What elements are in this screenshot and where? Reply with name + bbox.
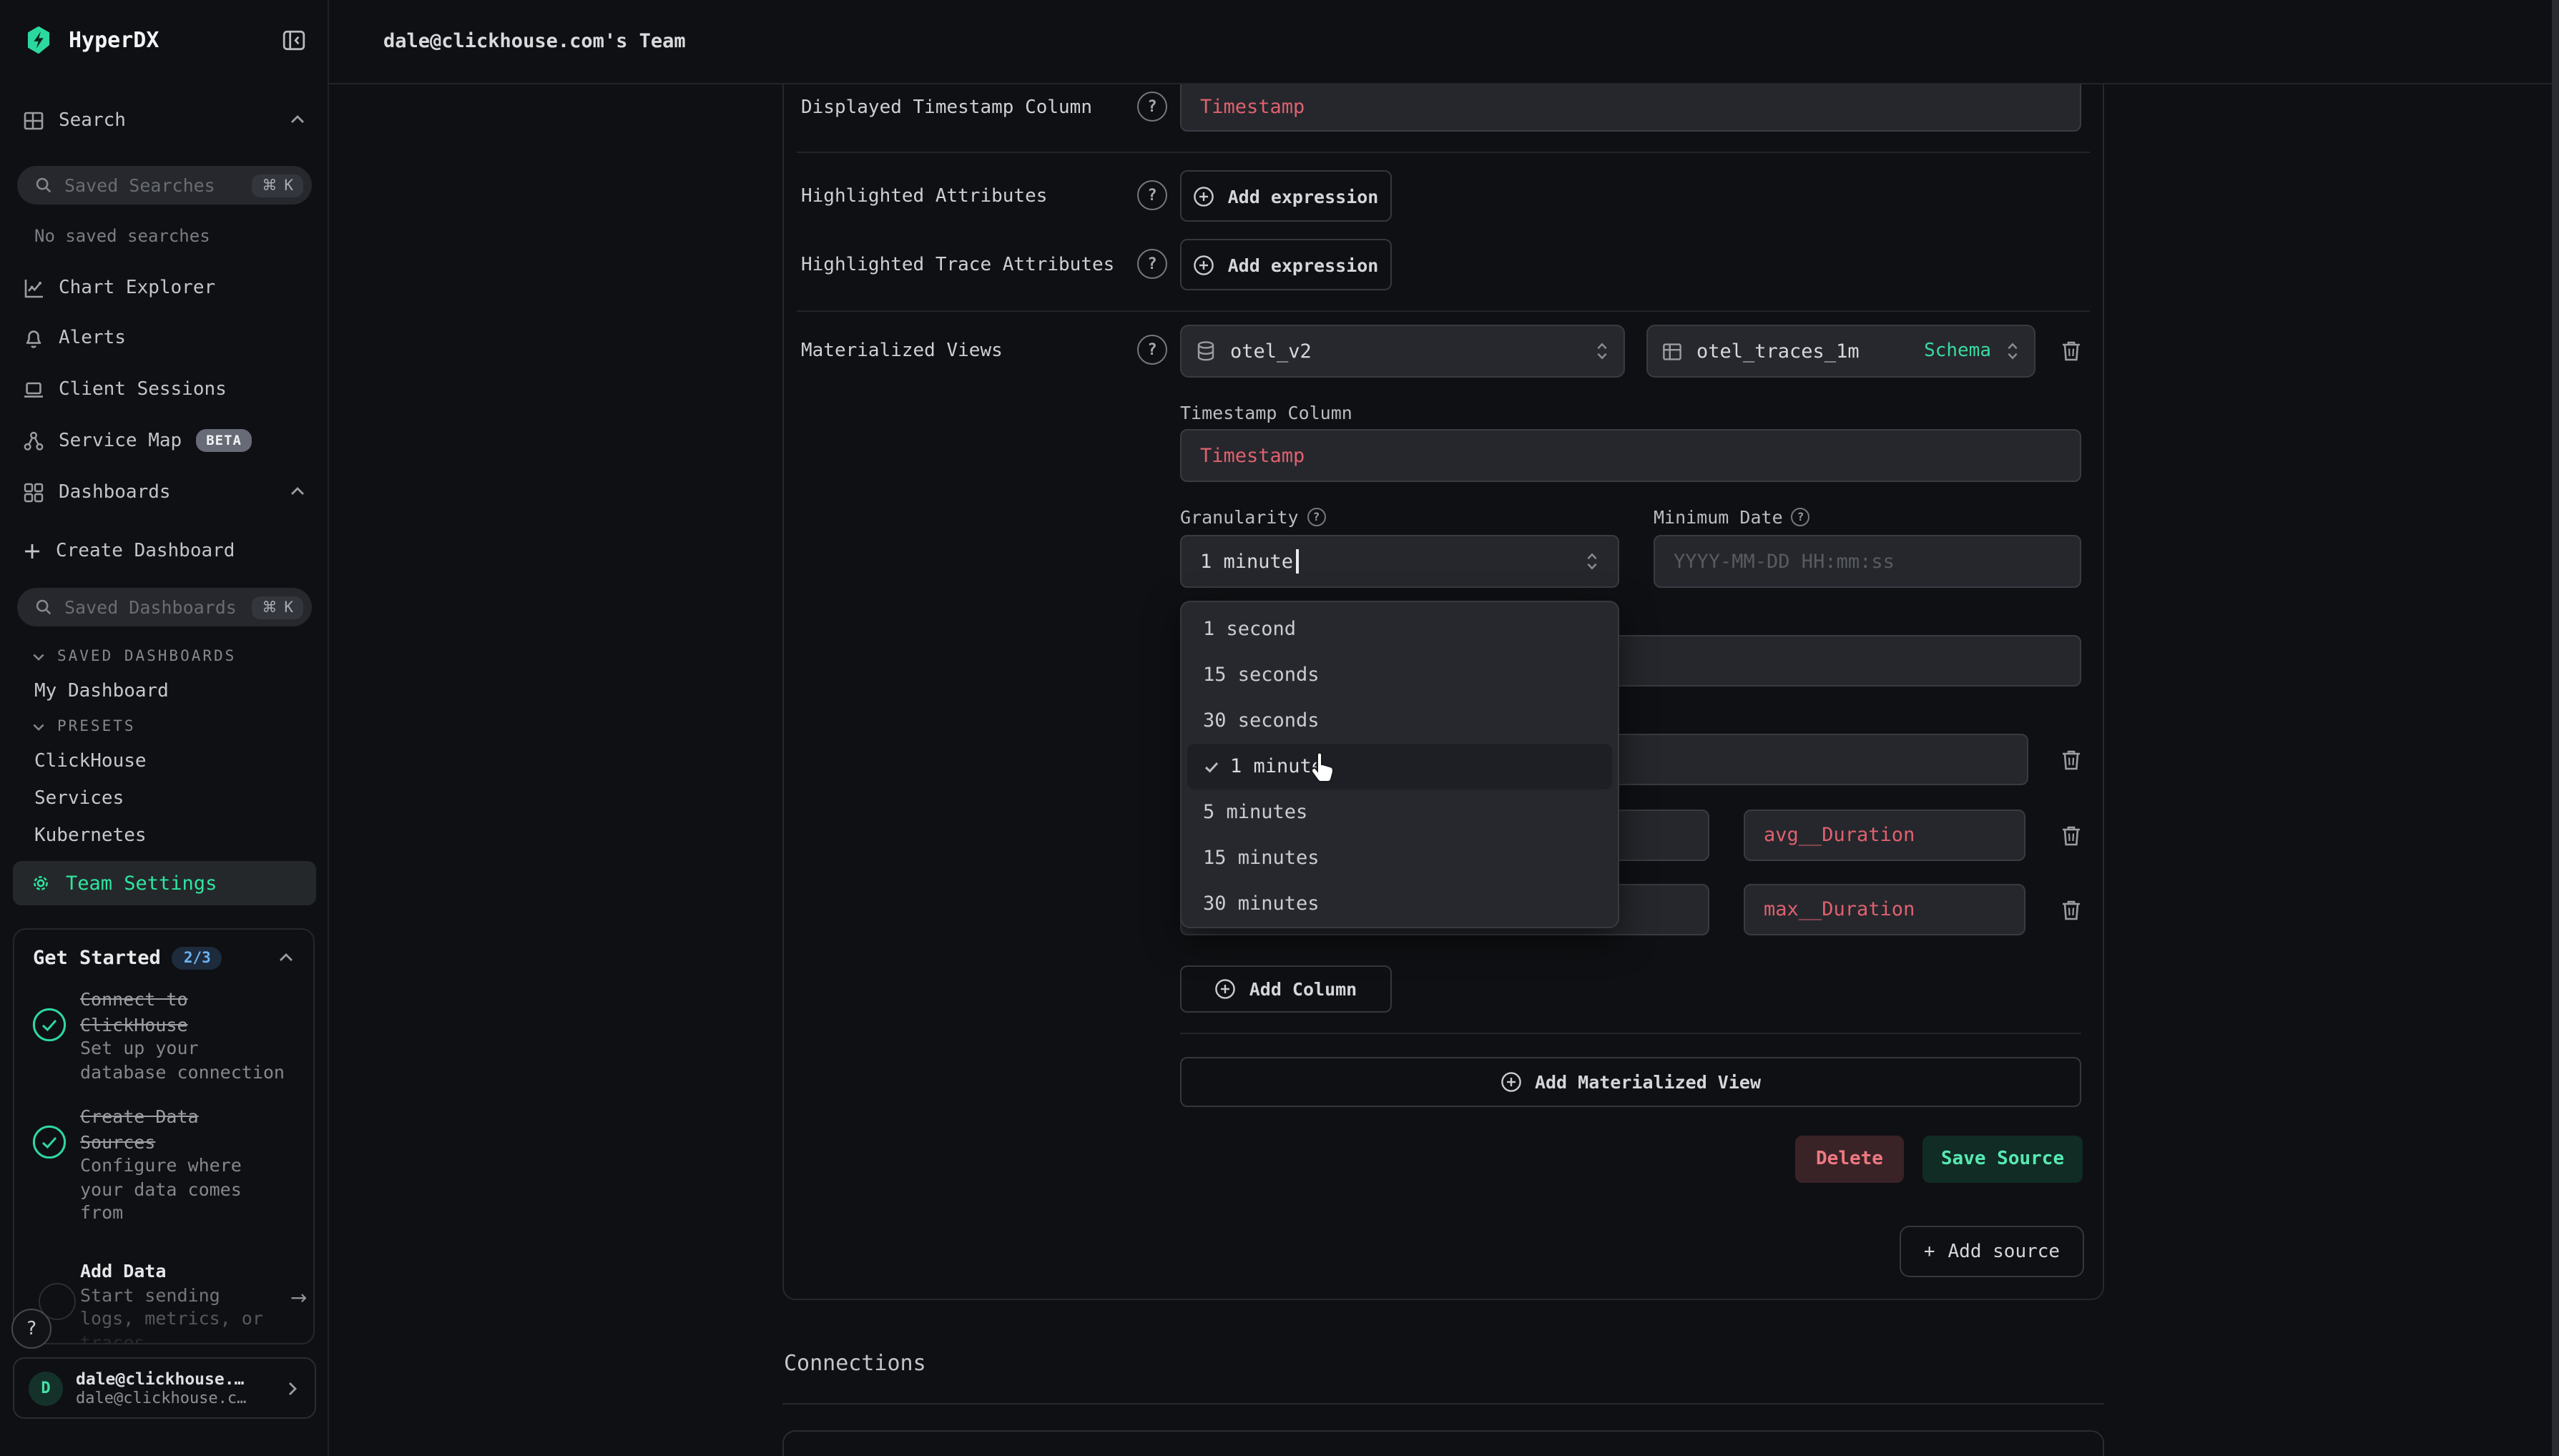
sidebar-item-label: Client Sessions xyxy=(59,378,306,400)
divider xyxy=(782,1403,2104,1405)
sidebar-item-service-map[interactable]: Service Map BETA xyxy=(0,420,329,461)
step-title: Connect toClickHouse xyxy=(80,987,285,1037)
saved-searches-input[interactable]: Saved Searches ⌘K xyxy=(17,166,312,205)
sidebar-item-alerts[interactable]: Alerts xyxy=(0,318,329,358)
sidebar-item-my-dashboard[interactable]: My Dashboard xyxy=(34,681,169,702)
sidebar-item-dashboards[interactable]: Dashboards xyxy=(0,472,329,512)
sidebar-item-services[interactable]: Services xyxy=(34,788,124,810)
create-dashboard-label: Create Dashboard xyxy=(56,540,306,561)
connections-panel xyxy=(782,1430,2104,1456)
sidebar: HyperDX Search Saved Searches ⌘K No save… xyxy=(0,0,329,1456)
section-saved-dashboards[interactable]: SAVED DASHBOARDS xyxy=(31,648,236,665)
chart-explorer-icon xyxy=(23,277,44,298)
chevron-down-icon xyxy=(31,719,46,734)
search-nav-icon xyxy=(23,109,44,131)
saved-searches-placeholder: Saved Searches xyxy=(64,174,240,196)
dropdown-option[interactable]: 30 seconds xyxy=(1182,698,1618,744)
dashboards-icon xyxy=(23,481,44,503)
plus-icon xyxy=(23,541,41,560)
user-name: dale@clickhouse.… xyxy=(76,1369,246,1389)
check-circle-icon xyxy=(31,1104,67,1225)
sidebar-item-label: Chart Explorer xyxy=(59,277,306,298)
dropdown-option[interactable]: 30 minutes xyxy=(1182,881,1618,927)
shortcut-badge: ⌘K xyxy=(252,174,303,197)
user-menu[interactable]: D dale@clickhouse.… dale@clickhouse.c… xyxy=(13,1357,316,1419)
section-presets[interactable]: PRESETS xyxy=(31,718,136,735)
step-description: Start sendinglogs, metrics, ortraces xyxy=(80,1284,263,1344)
help-button[interactable]: ? xyxy=(11,1309,51,1349)
sidebar-item-chart-explorer[interactable]: Chart Explorer xyxy=(0,267,329,308)
sidebar-item-search[interactable]: Search xyxy=(0,100,329,140)
saved-dashboards-input[interactable]: Saved Dashboards ⌘K xyxy=(17,588,312,626)
app-root: HyperDX Search Saved Searches ⌘K No save… xyxy=(0,0,2559,1456)
page-header: dale@clickhouse.com's Team xyxy=(329,0,2559,84)
get-started-step-2[interactable]: Create DataSources Configure whereyour d… xyxy=(31,1104,303,1225)
section-label: SAVED DASHBOARDS xyxy=(57,648,236,665)
page-title: dale@clickhouse.com's Team xyxy=(383,30,686,53)
sidebar-item-client-sessions[interactable]: Client Sessions xyxy=(0,369,329,409)
service-map-icon xyxy=(23,430,44,451)
shortcut-badge: ⌘K xyxy=(252,596,303,619)
sidebar-collapse-icon[interactable] xyxy=(282,28,306,52)
granularity-dropdown: 1 second 15 seconds 30 seconds 1 minute … xyxy=(1180,601,1619,928)
beta-badge: BETA xyxy=(196,429,252,452)
dropdown-option[interactable]: 1 second xyxy=(1182,606,1618,652)
step-description: Set up yourdatabase connection xyxy=(80,1037,285,1084)
chevron-up-icon xyxy=(289,112,306,129)
dropdown-option[interactable]: 15 seconds xyxy=(1182,652,1618,698)
bell-icon xyxy=(23,327,44,348)
get-started-card: Get Started 2/3 Connect toClickHouse Set… xyxy=(13,928,315,1344)
chevron-up-icon xyxy=(289,483,306,501)
chevron-down-icon xyxy=(31,649,46,664)
section-label: PRESETS xyxy=(57,718,136,735)
brand-name: HyperDX xyxy=(69,27,267,53)
get-started-header[interactable]: Get Started 2/3 xyxy=(33,947,295,970)
brand-row: HyperDX xyxy=(0,17,329,63)
check-icon xyxy=(1203,758,1220,775)
get-started-step-1[interactable]: Connect toClickHouse Set up yourdatabase… xyxy=(31,987,303,1084)
sidebar-item-label: Search xyxy=(59,109,275,131)
get-started-progress-badge: 2/3 xyxy=(172,947,222,970)
sidebar-item-label: Service Map xyxy=(59,430,182,451)
search-icon xyxy=(34,176,53,195)
check-circle-icon xyxy=(31,987,67,1084)
connections-heading: Connections xyxy=(784,1350,926,1376)
sidebar-item-kubernetes[interactable]: Kubernetes xyxy=(34,825,147,847)
dropdown-option-selected[interactable]: 1 minute xyxy=(1187,744,1612,790)
team-settings-label: Team Settings xyxy=(66,872,217,895)
chevron-right-icon xyxy=(283,1379,300,1397)
saved-dashboards-placeholder: Saved Dashboards xyxy=(64,596,240,618)
avatar: D xyxy=(29,1371,63,1405)
scrollbar[interactable] xyxy=(2552,0,2559,1456)
no-saved-searches-note: No saved searches xyxy=(34,226,210,246)
sidebar-item-label: Alerts xyxy=(59,327,306,348)
create-dashboard-button[interactable]: Create Dashboard xyxy=(0,531,329,571)
step-title: Add Data xyxy=(80,1259,263,1284)
step-title: Create DataSources xyxy=(80,1104,242,1154)
get-started-title: Get Started xyxy=(33,947,161,970)
chevron-up-icon[interactable] xyxy=(277,950,295,967)
gear-icon xyxy=(30,872,51,894)
dropdown-option[interactable]: 15 minutes xyxy=(1182,835,1618,881)
sidebar-item-team-settings[interactable]: Team Settings xyxy=(13,861,316,905)
dropdown-option[interactable]: 5 minutes xyxy=(1182,790,1618,835)
step-description: Configure whereyour data comesfrom xyxy=(80,1154,242,1225)
user-email: dale@clickhouse.c… xyxy=(76,1389,246,1407)
sidebar-item-label: Dashboards xyxy=(59,481,275,503)
laptop-icon xyxy=(23,378,44,400)
sidebar-item-clickhouse[interactable]: ClickHouse xyxy=(34,751,147,772)
arrow-right-icon: → xyxy=(290,1287,307,1310)
hyperdx-logo-icon xyxy=(23,24,54,56)
search-icon xyxy=(34,598,53,616)
